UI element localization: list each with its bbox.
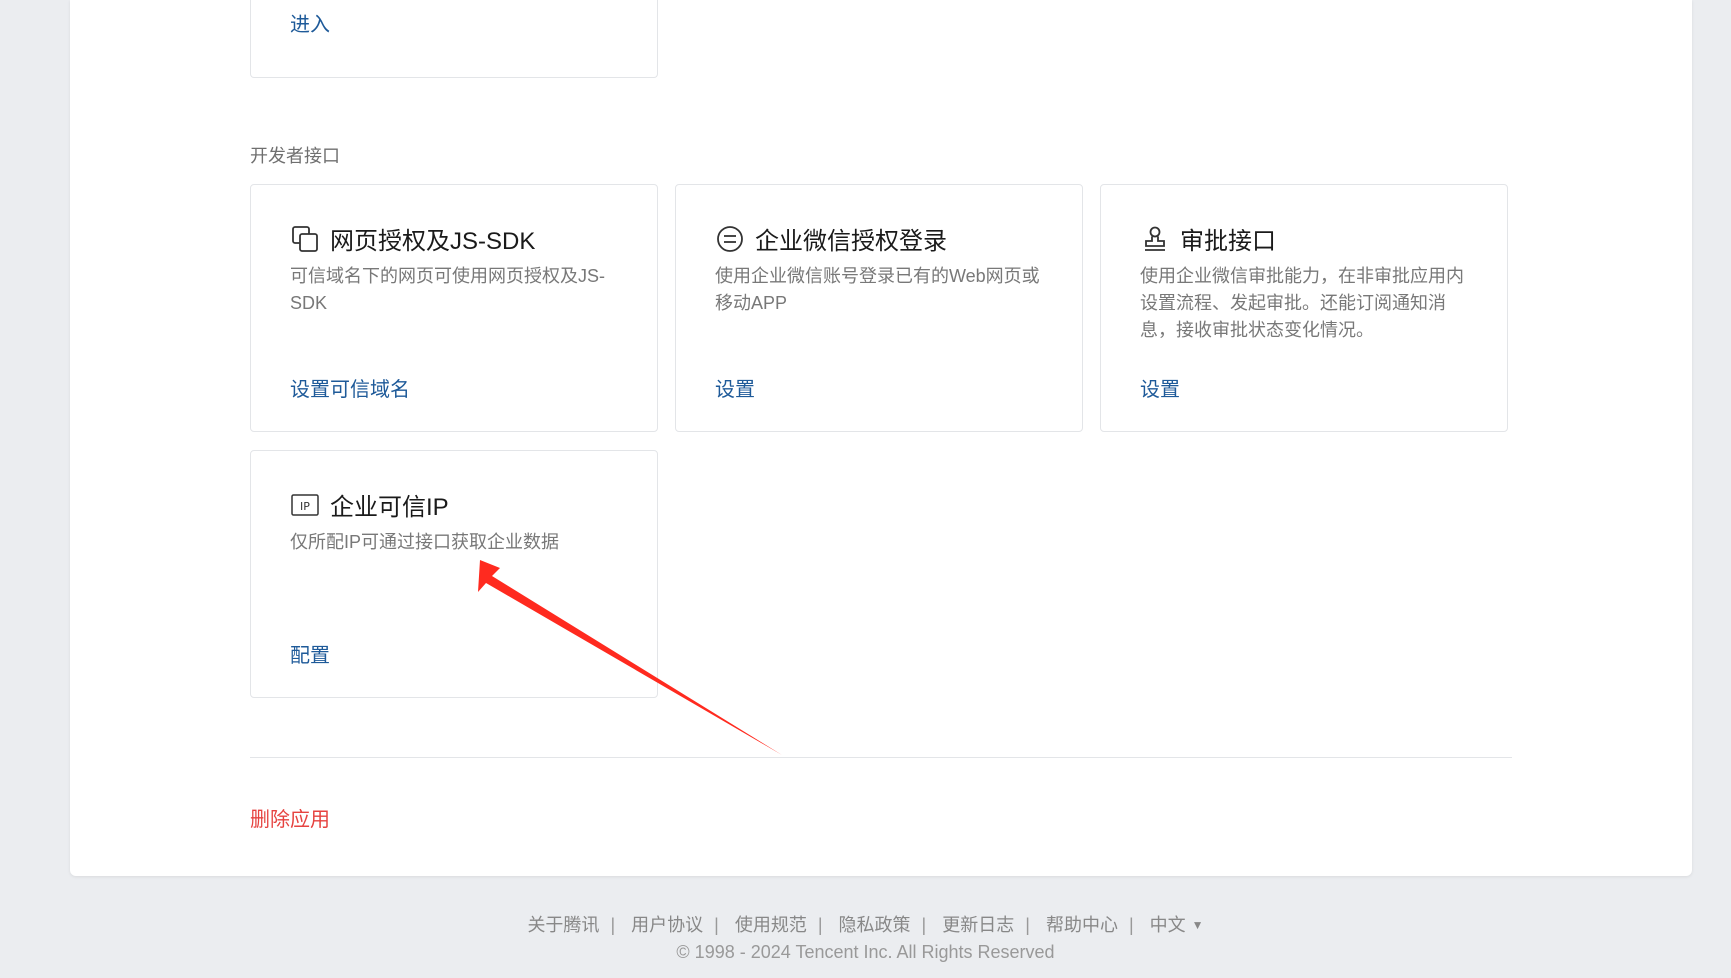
footer-link-user-agreement[interactable]: 用户协议 — [631, 915, 703, 935]
copy-icon — [290, 224, 320, 254]
footer-link-changelog[interactable]: 更新日志 — [942, 915, 1014, 935]
card-title: 网页授权及JS-SDK — [330, 228, 536, 255]
footer-link-help[interactable]: 帮助中心 — [1046, 915, 1118, 935]
ip-icon: IP — [290, 490, 320, 520]
set-trusted-domain-link[interactable]: 设置可信域名 — [290, 373, 410, 402]
card-description: 使用企业微信审批能力，在非审批应用内设置流程、发起审批。还能订阅通知消息，接收审… — [1140, 266, 1464, 340]
divider — [250, 757, 1512, 758]
previous-card: 进入 — [250, 0, 658, 78]
footer-links: 关于腾讯 | 用户协议 | 使用规范 | 隐私政策 | 更新日志 | 帮助中心 | 中文 ▼ — [527, 915, 1204, 935]
card-wecom-auth-login: 企业微信授权登录 使用企业微信账号登录已有的Web网页或移动APP 设置 — [675, 184, 1083, 432]
section-title-developer-api: 开发者接口 — [250, 146, 340, 166]
card-description: 仅所配IP可通过接口获取企业数据 — [290, 532, 560, 552]
footer-link-privacy[interactable]: 隐私政策 — [839, 915, 911, 935]
copyright: © 1998 - 2024 Tencent Inc. All Rights Re… — [676, 942, 1055, 962]
card-title: 企业可信IP — [330, 494, 449, 521]
svg-text:IP: IP — [300, 500, 310, 513]
enter-link[interactable]: 进入 — [290, 8, 330, 37]
exchange-icon — [715, 224, 745, 254]
delete-app-button[interactable]: 删除应用 — [250, 803, 330, 832]
card-title: 审批接口 — [1180, 228, 1276, 255]
language-label: 中文 — [1149, 915, 1186, 935]
card-description: 使用企业微信账号登录已有的Web网页或移动APP — [715, 266, 1040, 313]
card-approval-api: 审批接口 使用企业微信审批能力，在非审批应用内设置流程、发起审批。还能订阅通知消… — [1100, 184, 1508, 432]
card-description: 可信域名下的网页可使用网页授权及JS-SDK — [290, 266, 605, 313]
card-web-auth-jssdk: 网页授权及JS-SDK 可信域名下的网页可使用网页授权及JS-SDK 设置可信域… — [250, 184, 658, 432]
stamp-icon — [1140, 224, 1170, 254]
caret-down-icon: ▼ — [1191, 918, 1204, 932]
approval-settings-link[interactable]: 设置 — [1140, 373, 1180, 402]
card-title: 企业微信授权登录 — [755, 228, 947, 255]
configure-trusted-ip-link[interactable]: 配置 — [290, 639, 330, 668]
card-trusted-ip: IP 企业可信IP 仅所配IP可通过接口获取企业数据 配置 — [250, 450, 658, 698]
language-selector[interactable]: 中文 ▼ — [1150, 915, 1204, 935]
wecom-login-settings-link[interactable]: 设置 — [715, 373, 755, 402]
footer-link-usage-rules[interactable]: 使用规范 — [735, 915, 807, 935]
footer-link-about[interactable]: 关于腾讯 — [527, 915, 599, 935]
app-detail-panel: 进入 开发者接口 网页授权及JS-SDK 可信域名下的网页可使用网页授权及JS-… — [70, 0, 1692, 876]
